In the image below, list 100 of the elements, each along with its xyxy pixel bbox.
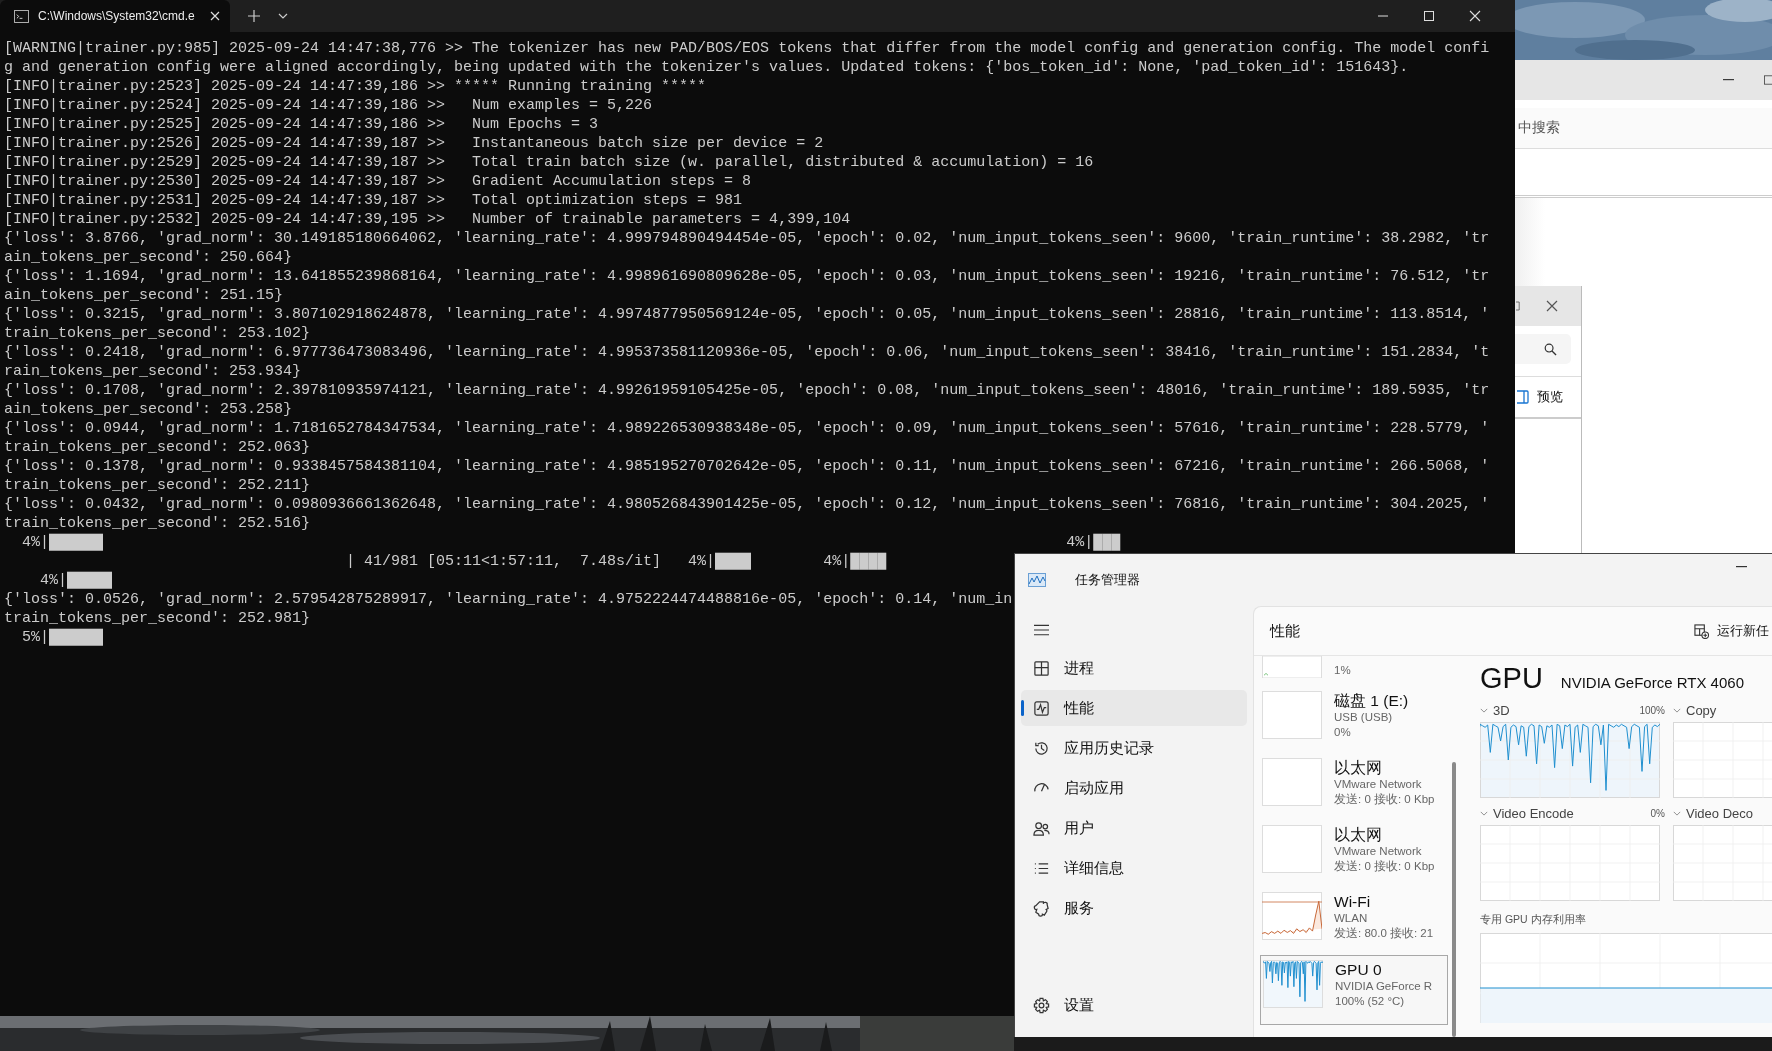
terminal-line: [WARNING|trainer.py:985] 2025-09-24 14:47:38,776 >> The tokenizer has new PAD/BOS/EOS tokens that differ from the model config and generation config. The model confi <box>4 40 1490 57</box>
dropdown-icon[interactable] <box>278 13 288 19</box>
search-field[interactable] <box>1515 334 1571 364</box>
settings-icon <box>1033 996 1050 1014</box>
preview-button[interactable]: 预览 <box>1537 388 1563 406</box>
device-item[interactable]: 以太网 VMware Network 发送: 0 接收: 0 Kbp <box>1260 821 1448 881</box>
device-usage: 0% <box>1334 725 1352 740</box>
terminal-line: | 41/981 [05:11<1:57:11, 7.48s/it] 4%|████ 4%|████ <box>345 553 887 570</box>
new-task-icon <box>1694 623 1709 639</box>
terminal-line: {'loss': 0.3215, 'grad_norm': 3.807102918624878, 'learning_rate': 4.9974877950569124e-05, 'epoch': 0.05, 'num_input_tokens_seen': 28816, 'train_runtime': 113.8514, ' <box>4 306 1490 323</box>
device-usage: 发送: 0 接收: 0 Kbp <box>1334 859 1435 874</box>
chevron-icon[interactable] <box>1673 707 1681 713</box>
nav-item[interactable]: 服务 <box>1021 890 1247 926</box>
terminal-line: [INFO|trainer.py:2531] 2025-09-24 14:47:39,187 >> Total optimization steps = 981 <box>4 192 743 209</box>
terminal-line: ain_tokens_per_second': 253.258} <box>4 401 293 418</box>
new-tab-icon[interactable] <box>248 10 260 22</box>
nav-item[interactable]: 应用历史记录 <box>1021 730 1247 766</box>
terminal-line: 4%|██████ 4%|███ <box>21 534 1121 551</box>
device-name: GPU 0 <box>1335 960 1383 979</box>
device-type: VMware Network <box>1334 777 1423 792</box>
terminal-line: [INFO|trainer.py:2530] 2025-09-24 14:47:39,187 >> Gradient Accumulation steps = 8 <box>4 173 752 190</box>
device-item[interactable]: 以太网 VMware Network 发送: 0 接收: 0 Kbp <box>1260 754 1448 814</box>
terminal-line: [INFO|trainer.py:2529] 2025-09-24 14:47:39,187 >> Total train batch size (w. parallel, distributed & accumulation) = 16 <box>4 154 1094 171</box>
device-type: VMware Network <box>1334 844 1423 859</box>
terminal-line: {'loss': 0.1708, 'grad_norm': 2.397810935974121, 'learning_rate': 4.99261959105425e-05, 'epoch': 0.08, 'num_input_tokens_seen': 48016, 'train_runtime': 189.5935, 'tr <box>4 382 1490 399</box>
device-name: Wi-Fi <box>1334 892 1372 911</box>
terminal-line: rain_tokens_per_second': 253.934} <box>4 363 302 380</box>
engine-scale: 100% <box>1639 704 1665 716</box>
device-usage: 发送: 0 接收: 0 Kbp <box>1334 792 1435 807</box>
terminal-line: ain_tokens_per_second': 251.15} <box>4 287 284 304</box>
users-icon <box>1033 819 1050 837</box>
usage-graph <box>1262 825 1322 873</box>
window-title: 任务管理器 <box>1075 571 1140 589</box>
terminal-line: {'loss': 0.2418, 'grad_norm': 6.977736473083496, 'learning_rate': 4.995373581120936e-05, 'epoch': 0.06, 'num_input_tokens_seen': 38416, 'train_runtime': 151.2834, 't <box>4 344 1490 361</box>
device-item[interactable]: Wi-Fi WLAN 发送: 80.0 接收: 21 <box>1260 888 1448 948</box>
terminal-line: {'loss': 3.8766, 'grad_norm': 30.149185180664062, 'learning_rate': 4.999794890494454e-05, 'epoch': 0.02, 'num_input_tokens_seen': 9600, 'train_runtime': 38.2982, 'tr <box>4 230 1490 247</box>
scrollbar-thumb[interactable] <box>1452 762 1456 1037</box>
terminal-line: [INFO|trainer.py:2526] 2025-09-24 14:47:39,187 >> Instantaneous batch size per device = 2 <box>4 135 824 152</box>
terminal-line: [INFO|trainer.py:2524] 2025-09-24 14:47:39,186 >> Num examples = 5,226 <box>4 97 653 114</box>
chevron-icon[interactable] <box>1673 810 1681 816</box>
menu-icon[interactable] <box>1034 624 1049 636</box>
terminal-line: {'loss': 0.0432, 'grad_norm': 0.0980936661362648, 'learning_rate': 4.980526843901425e-05, 'epoch': 0.12, 'num_input_tokens_seen': 76816, 'train_runtime': 304.2025, ' <box>4 496 1490 513</box>
terminal-line: train_tokens_per_second': 253.102} <box>4 325 311 342</box>
device-name: 以太网 <box>1334 825 1383 844</box>
nav-item[interactable]: 性能 <box>1021 690 1247 726</box>
chart-icon <box>1028 573 1046 587</box>
engine-label[interactable]: Copy <box>1686 702 1717 718</box>
settings-item[interactable]: 设置 <box>1021 987 1247 1023</box>
device-usage: 发送: 80.0 接收: 21 <box>1334 926 1434 941</box>
usage-graph <box>1263 960 1323 1008</box>
device-item[interactable]: GPU 0 NVIDIA GeForce R 100% (52 °C) <box>1260 955 1448 1025</box>
chevron-icon[interactable] <box>1480 707 1488 713</box>
device-heading: GPU <box>1480 662 1543 695</box>
device-usage: 1% <box>1334 663 1351 678</box>
device-model: NVIDIA GeForce RTX 4060 <box>1560 674 1744 691</box>
nav-item[interactable]: 进程 <box>1021 650 1247 686</box>
terminal-line: [INFO|trainer.py:2525] 2025-09-24 14:47:39,186 >> Num Epochs = 3 <box>4 116 599 133</box>
device-name: 磁盘 1 (E:) <box>1334 691 1409 710</box>
device-item[interactable]: 磁盘 1 (E:) USB (USB) 0% <box>1260 687 1448 747</box>
terminal-line: {'loss': 0.0944, 'grad_norm': 1.7181652784347534, 'learning_rate': 4.989226530938348e-05, 'epoch': 0.09, 'num_input_tokens_seen': 57616, 'train_runtime': 228.5779, ' <box>4 420 1490 437</box>
device-item[interactable]: 1% <box>1260 656 1448 680</box>
minimize-icon[interactable] <box>1736 566 1747 568</box>
preview-pane-icon <box>1517 390 1529 404</box>
memory-label: 专用 GPU 内存利用率 <box>1480 913 1587 927</box>
device-type: WLAN <box>1334 911 1369 926</box>
engine-label[interactable]: Video Deco <box>1686 805 1753 821</box>
terminal-line: [INFO|trainer.py:2523] 2025-09-24 14:47:39,186 >> ***** Running training ***** <box>4 78 707 95</box>
history-icon <box>1033 739 1050 757</box>
chevron-icon[interactable] <box>1480 810 1488 816</box>
nav-item[interactable]: 启动应用 <box>1021 770 1247 806</box>
run-task-button[interactable]: 运行新任 <box>1694 622 1772 640</box>
terminal-line: ain_tokens_per_second': 250.664} <box>4 249 293 266</box>
minimize-icon[interactable] <box>1723 79 1735 81</box>
page-title: 性能 <box>1270 621 1300 641</box>
terminal-line: train_tokens_per_second': 252.063} <box>4 439 311 456</box>
engine-label[interactable]: 3D <box>1493 702 1510 718</box>
terminal-line: {'loss': 0.0526, 'grad_norm': 2.579542875289917, 'learning_rate': 4.9752224474488816e-05, 'epoch': 0.14, 'num_in <box>4 591 1013 608</box>
terminal-line: train_tokens_per_second': 252.981} <box>4 610 311 627</box>
terminal-line: [INFO|trainer.py:2532] 2025-09-24 14:47:39,195 >> Number of trainable parameters = 4,399,104 <box>4 211 851 228</box>
nav-item[interactable]: 详细信息 <box>1021 850 1247 886</box>
maximize-icon[interactable] <box>1764 74 1772 86</box>
device-usage: 100% (52 °C) <box>1335 994 1406 1009</box>
console-icon <box>14 9 29 23</box>
terminal-line: train_tokens_per_second': 252.211} <box>4 477 311 494</box>
terminal-tab[interactable]: C:\Windows\System32\cmd.e <box>0 0 230 32</box>
usage-graph <box>1262 758 1322 806</box>
usage-graph <box>1262 691 1322 739</box>
device-type: NVIDIA GeForce R <box>1335 979 1433 994</box>
device-type: USB (USB) <box>1334 710 1394 725</box>
terminal-line: train_tokens_per_second': 252.516} <box>4 515 311 532</box>
engine-label[interactable]: Video Encode <box>1493 805 1574 821</box>
nav-item[interactable]: 用户 <box>1021 810 1247 846</box>
terminal-line: 5%|██████ <box>21 629 104 646</box>
search-icon <box>1544 342 1557 356</box>
engine-scale: 0% <box>1650 807 1665 819</box>
terminal-line: {'loss': 1.1694, 'grad_norm': 13.641855239868164, 'learning_rate': 4.998961690809628e-05, 'epoch': 0.03, 'num_input_tokens_seen': 19216, 'train_runtime': 76.512, 'tr <box>4 268 1490 285</box>
terminal-line: 4%|█████ <box>39 572 113 589</box>
search-hint: 中搜索 <box>1518 119 1560 137</box>
activity-icon <box>1033 699 1050 717</box>
close-icon[interactable] <box>1546 300 1558 312</box>
